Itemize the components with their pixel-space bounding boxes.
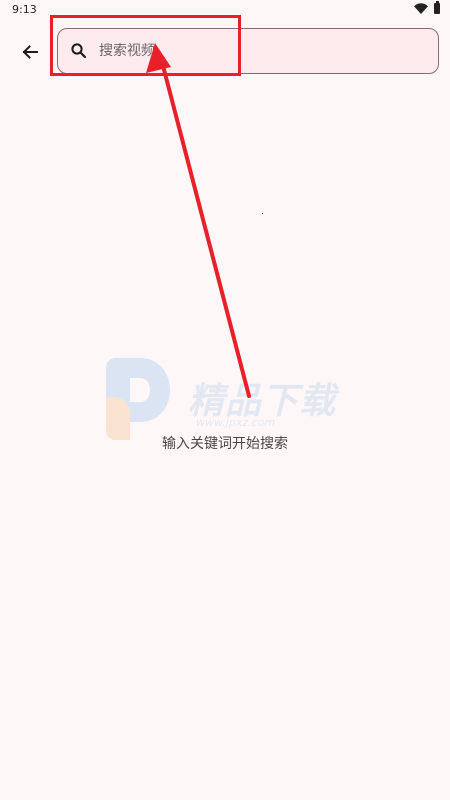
watermark-url: www.jpxz.com — [196, 416, 276, 429]
annotation-highlight-box — [50, 15, 241, 76]
watermark-logo-icon — [106, 358, 170, 440]
arrow-left-icon — [22, 45, 38, 59]
status-time: 9:13 — [12, 3, 37, 16]
annotation-arrow-shaft — [160, 60, 251, 398]
back-button[interactable] — [14, 36, 46, 68]
stray-dot — [262, 213, 263, 214]
status-icons — [414, 1, 440, 14]
battery-icon — [434, 1, 440, 14]
wifi-icon — [414, 3, 428, 14]
empty-state-hint: 输入关键词开始搜索 — [162, 436, 288, 452]
